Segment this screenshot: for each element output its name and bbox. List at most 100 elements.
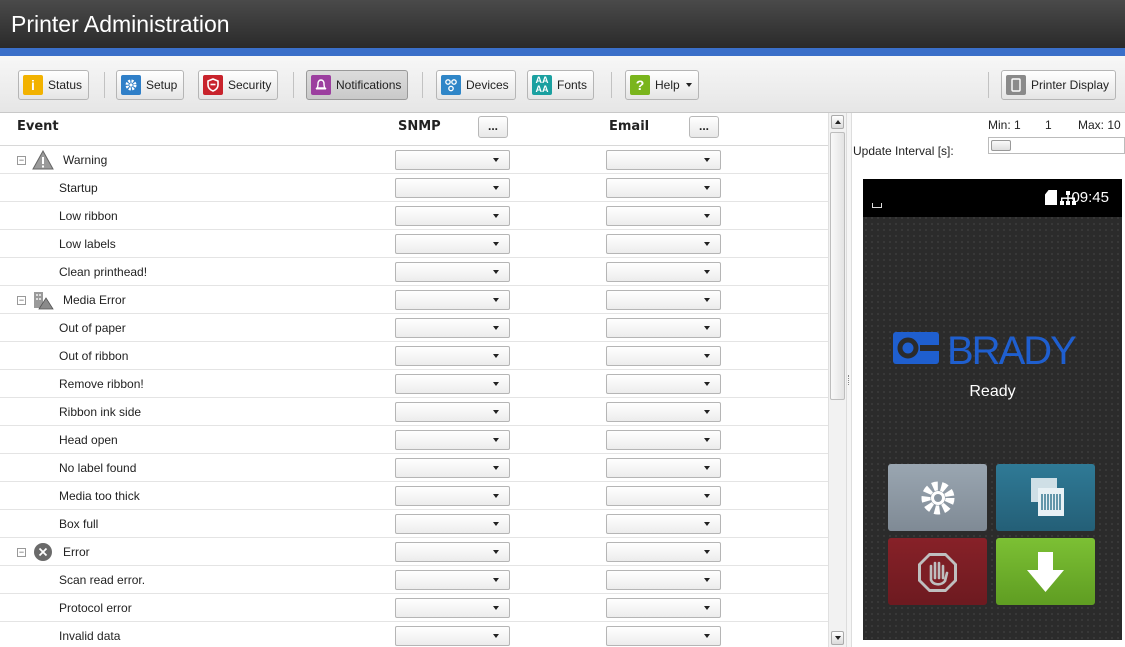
snmp-select[interactable]: [395, 598, 510, 618]
update-interval-label: Update Interval [s]:: [853, 144, 954, 158]
printer-display-button[interactable]: Printer Display: [1001, 70, 1117, 100]
snmp-select[interactable]: [395, 458, 510, 478]
snmp-select[interactable]: [395, 234, 510, 254]
snmp-select[interactable]: [395, 374, 510, 394]
email-select[interactable]: [606, 514, 721, 534]
scroll-up-button[interactable]: [831, 115, 844, 129]
security-button[interactable]: Security: [198, 70, 279, 100]
help-button-label: Help: [655, 78, 680, 92]
chevron-down-icon: [493, 522, 499, 526]
fonts-button[interactable]: AA AA Fonts: [527, 70, 595, 100]
max-label: Max: 10: [1078, 118, 1121, 132]
row-label: Media Error: [63, 293, 126, 307]
chevron-down-icon: [704, 578, 710, 582]
chevron-down-icon: [704, 438, 710, 442]
ok-tile[interactable]: [996, 538, 1095, 605]
email-select[interactable]: [606, 262, 721, 282]
status-button[interactable]: i Status: [18, 70, 90, 100]
email-select[interactable]: [606, 598, 721, 618]
setup-button[interactable]: Setup: [116, 70, 185, 100]
scroll-thumb[interactable]: [830, 132, 845, 400]
toolbar-separator: [422, 72, 423, 98]
snmp-select[interactable]: [395, 626, 510, 646]
email-select[interactable]: [606, 290, 721, 310]
toolbar-separator: [611, 72, 612, 98]
scroll-down-button[interactable]: [831, 631, 844, 645]
snmp-select[interactable]: [395, 402, 510, 422]
sd-card-icon: [1045, 190, 1057, 205]
row-label: Protocol error: [59, 601, 132, 615]
email-select[interactable]: [606, 486, 721, 506]
group-row-media-error: − Media Error: [0, 286, 828, 314]
collapse-icon[interactable]: −: [17, 156, 26, 165]
stop-hand-icon: [918, 553, 957, 592]
email-select[interactable]: [606, 206, 721, 226]
collapse-icon[interactable]: −: [17, 296, 26, 305]
table-row: Low ribbon: [0, 202, 828, 230]
interval-value: 1: [1045, 118, 1052, 132]
email-select[interactable]: [606, 374, 721, 394]
email-select[interactable]: [606, 318, 721, 338]
email-select[interactable]: [606, 402, 721, 422]
email-select[interactable]: [606, 178, 721, 198]
snmp-select[interactable]: [395, 318, 510, 338]
snmp-select[interactable]: [395, 206, 510, 226]
chevron-down-icon: [493, 634, 499, 638]
help-button[interactable]: ? Help: [625, 70, 699, 100]
row-label: Head open: [59, 433, 118, 447]
snmp-select[interactable]: [395, 262, 510, 282]
table-row: Protocol error: [0, 594, 828, 622]
snmp-more-button[interactable]: ...: [478, 116, 508, 138]
settings-tile[interactable]: [888, 464, 987, 531]
feed-tile[interactable]: [996, 464, 1095, 531]
snmp-select[interactable]: [395, 346, 510, 366]
email-select[interactable]: [606, 542, 721, 562]
email-select[interactable]: [606, 570, 721, 590]
arrow-down-icon: [1027, 552, 1064, 592]
email-select[interactable]: [606, 150, 721, 170]
status-button-label: Status: [48, 78, 83, 92]
help-icon: ?: [630, 75, 650, 95]
display-icon: [1006, 75, 1026, 95]
table-scrollbar[interactable]: [828, 113, 846, 647]
email-select[interactable]: [606, 234, 721, 254]
snmp-select[interactable]: [395, 542, 510, 562]
email-column-header: Email: [609, 119, 650, 134]
snmp-select[interactable]: [395, 290, 510, 310]
email-more-button[interactable]: ...: [689, 116, 719, 138]
snmp-select[interactable]: [395, 150, 510, 170]
row-label: Error: [63, 545, 90, 559]
email-select[interactable]: [606, 346, 721, 366]
group-row-error: − Error: [0, 538, 828, 566]
row-label: Startup: [59, 181, 98, 195]
min-label: Min: 1: [988, 118, 1021, 132]
cursor-bracket-icon: [872, 203, 882, 208]
chevron-down-icon: [493, 270, 499, 274]
chevron-down-icon: [493, 242, 499, 246]
clock: 09:45: [1071, 189, 1109, 206]
chevron-down-icon: [685, 83, 692, 87]
table-row: Out of ribbon: [0, 342, 828, 370]
table-row: Head open: [0, 426, 828, 454]
snmp-select[interactable]: [395, 514, 510, 534]
screen-status-bar: 09:45: [863, 179, 1122, 217]
snmp-select[interactable]: [395, 430, 510, 450]
email-select[interactable]: [606, 458, 721, 478]
snmp-select[interactable]: [395, 178, 510, 198]
snmp-select[interactable]: [395, 570, 510, 590]
notifications-button[interactable]: Notifications: [306, 70, 409, 100]
row-label: Low labels: [59, 237, 116, 251]
slider-knob[interactable]: [991, 140, 1011, 151]
warning-icon: [32, 149, 54, 170]
email-select[interactable]: [606, 430, 721, 450]
update-interval-slider[interactable]: [988, 137, 1125, 154]
collapse-icon[interactable]: −: [17, 548, 26, 557]
stop-tile[interactable]: [888, 538, 987, 605]
email-select[interactable]: [606, 626, 721, 646]
event-column-header: Event: [17, 119, 59, 134]
devices-button[interactable]: Devices: [436, 70, 516, 100]
snmp-select[interactable]: [395, 486, 510, 506]
brady-logo: BRADY: [891, 324, 1111, 374]
row-label: Clean printhead!: [59, 265, 148, 279]
group-row-warning: − Warning: [0, 146, 828, 174]
